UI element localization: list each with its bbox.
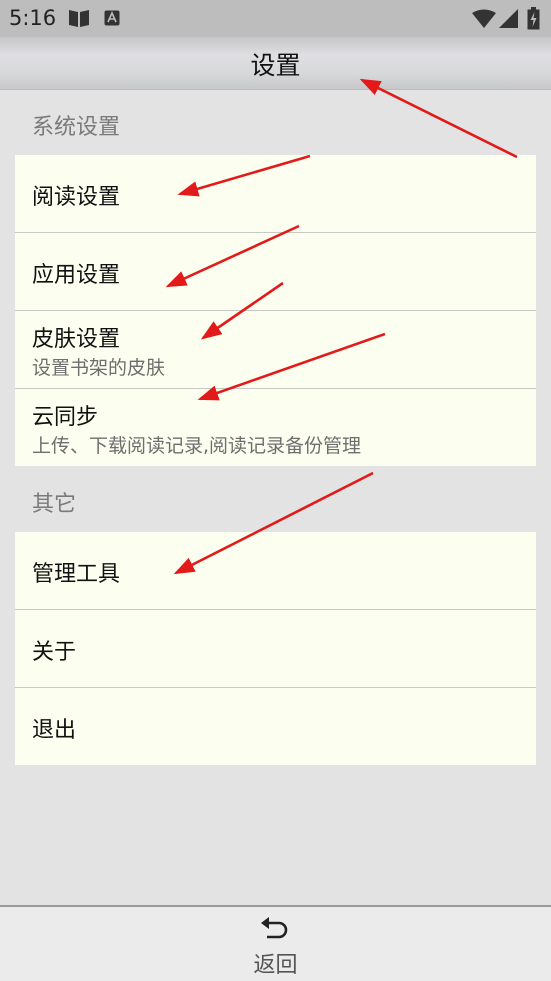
menu-item-title: 管理工具 [32,562,121,587]
status-bar: 5:16 [0,0,551,37]
menu-item-subtitle: 设置书架的皮肤 [32,357,166,379]
back-button[interactable]: 返回 [0,905,551,981]
menu-item-skin-settings[interactable]: 皮肤设置 设置书架的皮肤 [15,311,536,389]
annotation-arrow-title [359,78,518,159]
settings-card-other: 管理工具 关于 退出 [15,532,536,765]
menu-item-about[interactable]: 关于 [15,610,536,688]
menu-item-title: 退出 [32,718,77,743]
battery-charging-icon [527,7,540,30]
signal-icon [499,9,518,28]
status-time: 5:16 [9,6,57,30]
book-icon [69,10,89,27]
menu-item-app-settings[interactable]: 应用设置 [15,233,536,311]
menu-item-title: 皮肤设置 [32,327,121,352]
menu-item-title: 关于 [32,640,77,665]
menu-item-title: 阅读设置 [32,185,121,210]
page-title: 设置 [250,51,301,80]
keyboard-a-icon [104,10,120,26]
menu-item-exit[interactable]: 退出 [15,688,536,765]
title-bar: 设置 [0,37,551,90]
wifi-icon [472,9,496,28]
settings-card-system: 阅读设置 应用设置 皮肤设置 设置书架的皮肤 云同步 上传、下载阅读记录,阅读记… [15,155,536,466]
annotation-arrows [165,78,518,575]
menu-item-cloud-sync[interactable]: 云同步 上传、下载阅读记录,阅读记录备份管理 [15,389,536,466]
section-header-other: 其它 [32,492,77,517]
menu-item-title: 云同步 [32,405,99,430]
menu-item-subtitle: 上传、下载阅读记录,阅读记录备份管理 [32,435,362,457]
menu-item-reading-settings[interactable]: 阅读设置 [15,155,536,233]
back-label: 返回 [253,953,298,978]
menu-item-management-tools[interactable]: 管理工具 [15,532,536,610]
return-arrow-icon [261,917,288,939]
menu-item-title: 应用设置 [32,263,121,288]
section-header-system: 系统设置 [32,115,121,140]
